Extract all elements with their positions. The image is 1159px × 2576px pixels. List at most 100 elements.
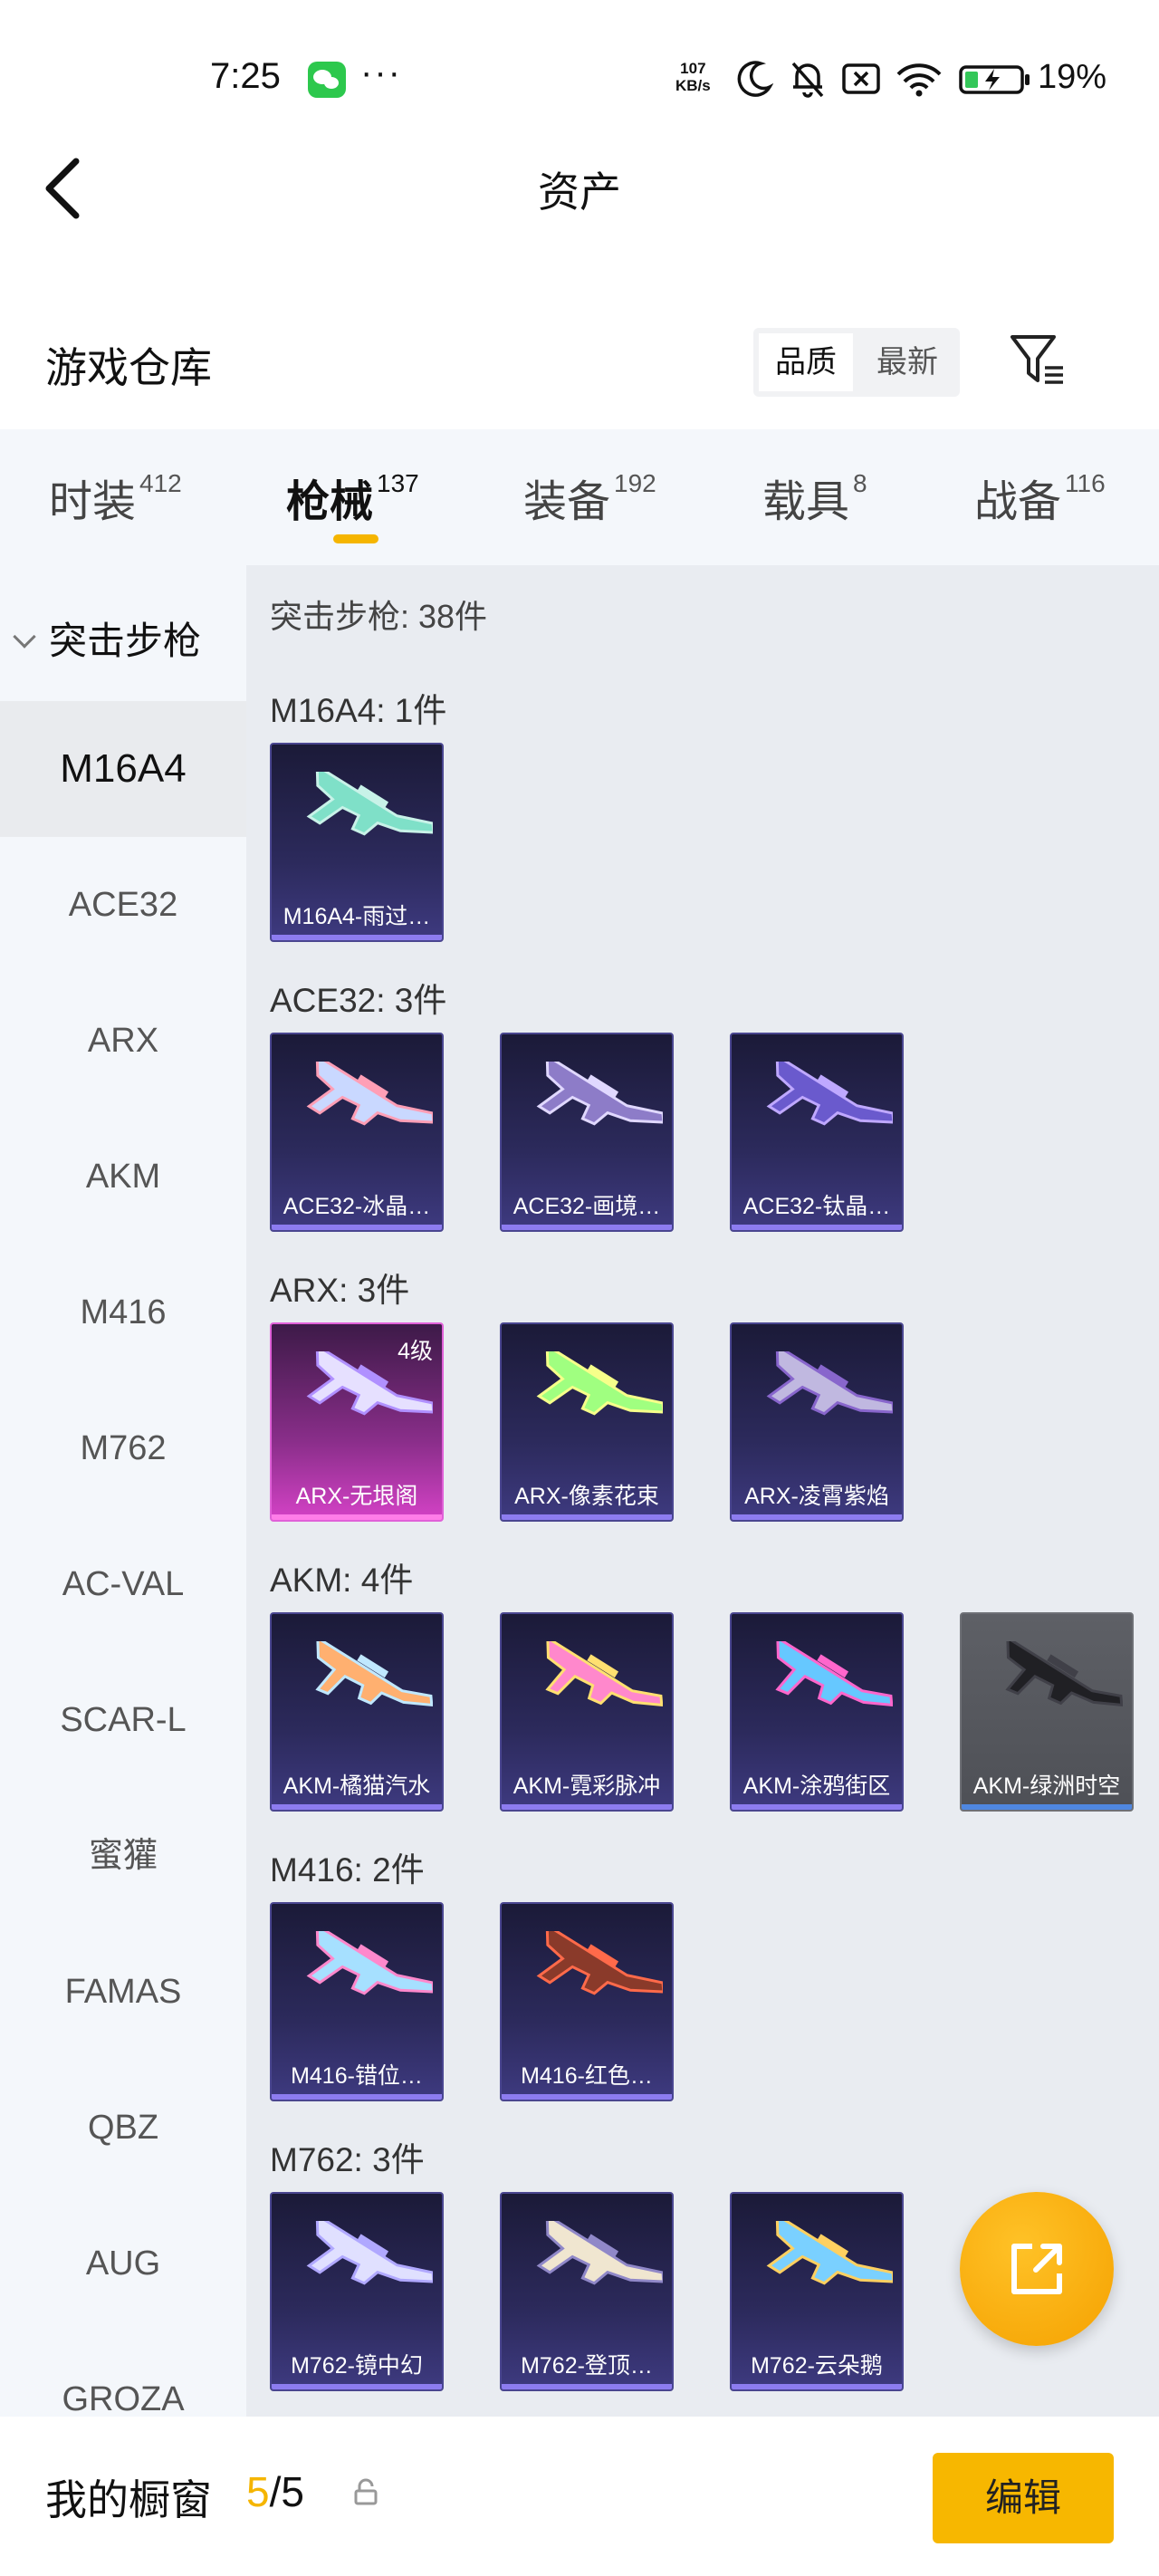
sidebar-item[interactable]: AC-VAL xyxy=(0,1516,246,1652)
battery-charging-icon xyxy=(959,65,1030,94)
weapon-skin-card[interactable]: M762-云朵鹅 xyxy=(730,2192,904,2391)
weapon-skin-name: ARX-凌霄紫焰 xyxy=(744,1484,889,1509)
network-speed-unit: KB/s xyxy=(675,77,711,94)
weapon-section-header: ACE32: 3件 xyxy=(270,982,447,1019)
sort-by-newest-button[interactable]: 最新 xyxy=(860,333,954,391)
skin-level-badge: 4级 xyxy=(398,1339,433,1364)
tab-fashion[interactable]: 时装 412 xyxy=(49,466,182,538)
filter-icon[interactable] xyxy=(1009,330,1067,388)
status-time: 7:25 xyxy=(210,56,281,96)
chevron-down-icon xyxy=(13,625,36,649)
weapon-skin-name: M16A4-雨过… xyxy=(283,904,431,929)
weapon-section-header: M416: 2件 xyxy=(270,1851,425,1889)
tab-equipment[interactable]: 装备 192 xyxy=(523,466,656,538)
weapon-skin-name: M416-错位… xyxy=(291,2063,423,2089)
sidebar-item[interactable]: FAMAS xyxy=(0,1924,246,2060)
sidebar-item[interactable]: AKM xyxy=(0,1109,246,1245)
group-total: 突击步枪: 38件 xyxy=(270,598,488,635)
weapon-skin-name: ARX-像素花束 xyxy=(514,1484,659,1509)
gun-icon xyxy=(315,1641,433,1707)
active-tab-indicator xyxy=(333,534,378,543)
weapon-skin-card[interactable]: AKM-涂鸦街区 xyxy=(730,1612,904,1812)
network-speed: 107 KB/s xyxy=(675,60,711,94)
share-button[interactable] xyxy=(960,2192,1114,2346)
tab-label: 装备 xyxy=(523,478,611,526)
gun-icon xyxy=(1005,1641,1123,1707)
weapon-skin-name: ACE32-冰晶… xyxy=(283,1194,431,1219)
sidebar-group-label: 突击步枪 xyxy=(49,620,202,662)
tab-vehicles[interactable]: 载具 8 xyxy=(762,466,867,538)
sidebar-item[interactable]: QBZ xyxy=(0,2060,246,2196)
sidebar-item[interactable]: GROZA xyxy=(0,2331,246,2417)
weapon-skin-card[interactable]: AKM-绿洲时空 xyxy=(960,1612,1134,1812)
weapon-grid: 突击步枪: 38件 M16A4: 1件 M16A4-雨过… ACE32: 3件 ACE… xyxy=(246,565,1159,2417)
weapon-skin-card[interactable]: ARX-凌霄紫焰 xyxy=(730,1322,904,1522)
gun-icon xyxy=(766,2221,893,2285)
gun-icon xyxy=(306,2221,433,2285)
weapon-skin-card[interactable]: ACE32-画境… xyxy=(500,1033,674,1232)
weapon-skin-card[interactable]: M16A4-雨过… xyxy=(270,743,444,942)
weapon-skin-name: ACE32-钛晶… xyxy=(742,1194,891,1219)
bell-muted-icon xyxy=(791,62,824,98)
tab-label: 时装 xyxy=(49,478,137,526)
weapon-skin-name: AKM-橘猫汽水 xyxy=(283,1773,431,1799)
edit-button[interactable]: 编辑 xyxy=(933,2453,1114,2543)
showcase-count: 5/5 xyxy=(246,2467,304,2516)
weapon-skin-card[interactable]: M416-红色… xyxy=(500,1902,674,2101)
sidebar-group-assault-rifles[interactable]: 突击步枪 xyxy=(13,610,202,666)
tab-count: 116 xyxy=(1065,469,1106,497)
sort-by-quality-button[interactable]: 品质 xyxy=(759,333,853,391)
sort-toggle: 品质 最新 xyxy=(753,328,960,397)
tab-guns[interactable]: 枪械 137 xyxy=(286,466,419,538)
bottom-bar: 我的橱窗 5/5 编辑 xyxy=(0,2417,1159,2576)
weapon-skin-card[interactable]: M416-错位… xyxy=(270,1902,444,2101)
weapon-skin-name: M762-镜中幻 xyxy=(291,2353,423,2379)
category-tabs: 时装 412 枪械 137 装备 192 载具 8 战备 116 xyxy=(0,429,1159,565)
weapon-skin-name: ACE32-画境… xyxy=(512,1194,661,1219)
lock-icon xyxy=(354,2478,378,2505)
gun-icon xyxy=(536,2221,663,2285)
gun-icon xyxy=(306,1931,433,1995)
status-bar: 7:25 ··· 107 KB/s 19% xyxy=(0,0,1159,154)
weapon-skin-card[interactable]: M762-镜中幻 xyxy=(270,2192,444,2391)
sidebar-item[interactable]: 蜜獾 xyxy=(0,1788,246,1924)
showcase-total: /5 xyxy=(269,2468,304,2515)
sidebar-item[interactable]: AUG xyxy=(0,2196,246,2331)
weapon-skin-card[interactable]: ARX-无垠阁 4级 xyxy=(270,1322,444,1522)
weapon-skin-name: AKM-涂鸦街区 xyxy=(742,1773,891,1799)
moon-icon xyxy=(737,61,773,97)
network-speed-value: 107 xyxy=(680,60,706,77)
tab-count: 192 xyxy=(614,469,656,497)
weapon-skin-name: AKM-绿洲时空 xyxy=(972,1773,1121,1799)
share-icon xyxy=(1011,2244,1062,2294)
gun-icon xyxy=(545,1641,663,1707)
gun-icon xyxy=(536,1931,663,1995)
sidebar-item[interactable]: ARX xyxy=(0,973,246,1109)
sidebar-item[interactable]: ACE32 xyxy=(0,837,246,973)
gun-icon xyxy=(536,1351,663,1416)
tab-label: 载具 xyxy=(762,478,850,526)
tab-count: 137 xyxy=(377,469,419,497)
sidebar-item[interactable]: SCAR-L xyxy=(0,1652,246,1788)
sidebar-item[interactable]: M762 xyxy=(0,1380,246,1516)
weapon-skin-name: M762-云朵鹅 xyxy=(751,2353,883,2379)
tab-count: 412 xyxy=(139,469,182,497)
tab-label: 枪械 xyxy=(286,478,374,526)
weapon-skin-card[interactable]: ACE32-钛晶… xyxy=(730,1033,904,1232)
weapon-skin-card[interactable]: ACE32-冰晶… xyxy=(270,1033,444,1232)
weapon-skin-card[interactable]: ARX-像素花束 xyxy=(500,1322,674,1522)
wechat-icon xyxy=(308,62,346,98)
weapon-skin-card[interactable]: AKM-橘猫汽水 xyxy=(270,1612,444,1812)
warehouse-title: 游戏仓库 xyxy=(45,344,212,391)
weapon-skin-card[interactable]: M762-登顶… xyxy=(500,2192,674,2391)
weapon-section-header: M16A4: 1件 xyxy=(270,692,447,729)
gun-icon xyxy=(306,1351,433,1416)
weapon-section-header: AKM: 4件 xyxy=(270,1562,414,1599)
weapon-section-header: ARX: 3件 xyxy=(270,1272,410,1309)
sidebar-item[interactable]: M16A4 xyxy=(0,701,246,837)
page-title: 资产 xyxy=(538,168,621,216)
weapon-skin-card[interactable]: AKM-霓彩脉冲 xyxy=(500,1612,674,1812)
gun-icon xyxy=(306,772,433,836)
sidebar-item[interactable]: M416 xyxy=(0,1245,246,1380)
tab-battle-gear[interactable]: 战备 116 xyxy=(974,466,1106,538)
